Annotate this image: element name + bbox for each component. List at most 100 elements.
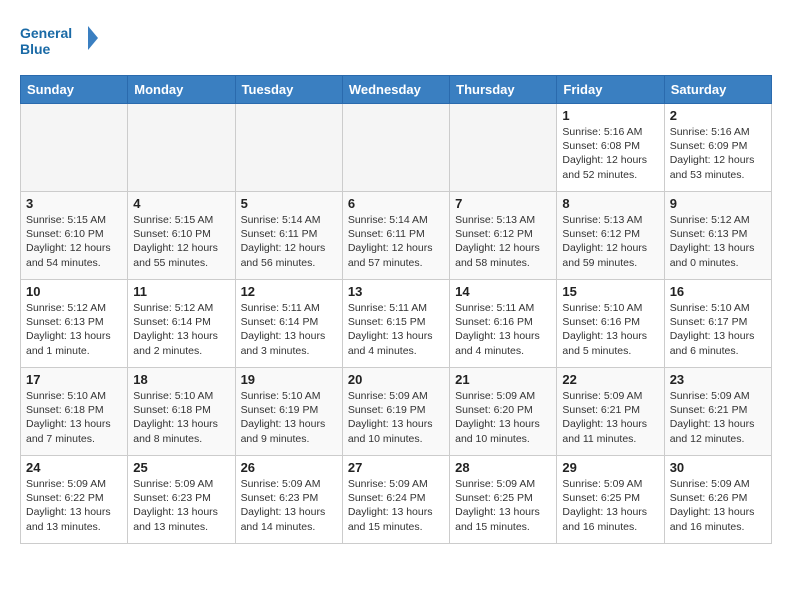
day-info: Sunrise: 5:10 AMSunset: 6:18 PMDaylight:…	[26, 389, 122, 446]
day-number: 9	[670, 196, 766, 211]
day-info: Sunrise: 5:09 AMSunset: 6:19 PMDaylight:…	[348, 389, 444, 446]
calendar-cell	[128, 104, 235, 192]
day-number: 21	[455, 372, 551, 387]
week-row-2: 3 Sunrise: 5:15 AMSunset: 6:10 PMDaylight…	[21, 192, 772, 280]
weekday-header-sunday: Sunday	[21, 76, 128, 104]
day-number: 20	[348, 372, 444, 387]
calendar-cell: 5 Sunrise: 5:14 AMSunset: 6:11 PMDaylight…	[235, 192, 342, 280]
day-number: 6	[348, 196, 444, 211]
day-number: 18	[133, 372, 229, 387]
day-info: Sunrise: 5:12 AMSunset: 6:13 PMDaylight:…	[670, 213, 766, 270]
day-info: Sunrise: 5:09 AMSunset: 6:20 PMDaylight:…	[455, 389, 551, 446]
calendar-cell: 1Sunrise: 5:16 AMSunset: 6:08 PMDaylight…	[557, 104, 664, 192]
day-info: Sunrise: 5:11 AMSunset: 6:16 PMDaylight:…	[455, 301, 551, 358]
calendar-cell: 11 Sunrise: 5:12 AMSunset: 6:14 PMDayligh…	[128, 280, 235, 368]
calendar-cell: 7 Sunrise: 5:13 AMSunset: 6:12 PMDaylight…	[450, 192, 557, 280]
day-info: Sunrise: 5:09 AMSunset: 6:22 PMDaylight:…	[26, 477, 122, 534]
day-info: Sunrise: 5:10 AMSunset: 6:18 PMDaylight:…	[133, 389, 229, 446]
day-number: 14	[455, 284, 551, 299]
svg-text:General: General	[20, 25, 72, 41]
calendar-cell: 13Sunrise: 5:11 AMSunset: 6:15 PMDayligh…	[342, 280, 449, 368]
day-info: Sunrise: 5:16 AMSunset: 6:09 PMDaylight:…	[670, 125, 766, 182]
svg-text:Blue: Blue	[20, 41, 51, 57]
calendar-cell: 10Sunrise: 5:12 AMSunset: 6:13 PMDayligh…	[21, 280, 128, 368]
calendar-cell: 18 Sunrise: 5:10 AMSunset: 6:18 PMDayligh…	[128, 368, 235, 456]
calendar-cell	[450, 104, 557, 192]
weekday-header-tuesday: Tuesday	[235, 76, 342, 104]
day-number: 24	[26, 460, 122, 475]
calendar-cell: 25 Sunrise: 5:09 AMSunset: 6:23 PMDayligh…	[128, 456, 235, 544]
day-number: 8	[562, 196, 658, 211]
week-row-5: 24 Sunrise: 5:09 AMSunset: 6:22 PMDayligh…	[21, 456, 772, 544]
day-info: Sunrise: 5:12 AMSunset: 6:14 PMDaylight:…	[133, 301, 229, 358]
weekday-header-thursday: Thursday	[450, 76, 557, 104]
logo-svg: General Blue	[20, 20, 100, 65]
day-number: 19	[241, 372, 337, 387]
day-info: Sunrise: 5:13 AMSunset: 6:12 PMDaylight:…	[562, 213, 658, 270]
calendar-cell: 14 Sunrise: 5:11 AMSunset: 6:16 PMDayligh…	[450, 280, 557, 368]
day-info: Sunrise: 5:10 AMSunset: 6:19 PMDaylight:…	[241, 389, 337, 446]
day-number: 3	[26, 196, 122, 211]
day-info: Sunrise: 5:09 AMSunset: 6:21 PMDaylight:…	[562, 389, 658, 446]
day-info: Sunrise: 5:14 AMSunset: 6:11 PMDaylight:…	[241, 213, 337, 270]
calendar-cell: 21 Sunrise: 5:09 AMSunset: 6:20 PMDayligh…	[450, 368, 557, 456]
day-number: 5	[241, 196, 337, 211]
day-info: Sunrise: 5:09 AMSunset: 6:23 PMDaylight:…	[241, 477, 337, 534]
weekday-header-wednesday: Wednesday	[342, 76, 449, 104]
calendar-cell: 12 Sunrise: 5:11 AMSunset: 6:14 PMDayligh…	[235, 280, 342, 368]
week-row-4: 17 Sunrise: 5:10 AMSunset: 6:18 PMDayligh…	[21, 368, 772, 456]
day-number: 12	[241, 284, 337, 299]
calendar-cell: 19 Sunrise: 5:10 AMSunset: 6:19 PMDayligh…	[235, 368, 342, 456]
calendar-cell: 30Sunrise: 5:09 AMSunset: 6:26 PMDayligh…	[664, 456, 771, 544]
day-info: Sunrise: 5:15 AMSunset: 6:10 PMDaylight:…	[26, 213, 122, 270]
day-number: 1	[562, 108, 658, 123]
calendar-cell: 26 Sunrise: 5:09 AMSunset: 6:23 PMDayligh…	[235, 456, 342, 544]
day-number: 17	[26, 372, 122, 387]
day-number: 11	[133, 284, 229, 299]
day-number: 23	[670, 372, 766, 387]
day-number: 13	[348, 284, 444, 299]
day-number: 7	[455, 196, 551, 211]
day-number: 27	[348, 460, 444, 475]
calendar-cell: 24 Sunrise: 5:09 AMSunset: 6:22 PMDayligh…	[21, 456, 128, 544]
calendar-cell: 20 Sunrise: 5:09 AMSunset: 6:19 PMDayligh…	[342, 368, 449, 456]
calendar-cell: 16 Sunrise: 5:10 AMSunset: 6:17 PMDayligh…	[664, 280, 771, 368]
day-info: Sunrise: 5:12 AMSunset: 6:13 PMDaylight:…	[26, 301, 122, 358]
calendar-cell: 4Sunrise: 5:15 AMSunset: 6:10 PMDaylight…	[128, 192, 235, 280]
calendar-cell: 27 Sunrise: 5:09 AMSunset: 6:24 PMDayligh…	[342, 456, 449, 544]
day-number: 16	[670, 284, 766, 299]
day-info: Sunrise: 5:09 AMSunset: 6:25 PMDaylight:…	[562, 477, 658, 534]
day-info: Sunrise: 5:13 AMSunset: 6:12 PMDaylight:…	[455, 213, 551, 270]
calendar-cell: 17 Sunrise: 5:10 AMSunset: 6:18 PMDayligh…	[21, 368, 128, 456]
day-number: 28	[455, 460, 551, 475]
day-number: 26	[241, 460, 337, 475]
calendar-cell: 23 Sunrise: 5:09 AMSunset: 6:21 PMDayligh…	[664, 368, 771, 456]
day-info: Sunrise: 5:09 AMSunset: 6:21 PMDaylight:…	[670, 389, 766, 446]
day-info: Sunrise: 5:09 AMSunset: 6:25 PMDaylight:…	[455, 477, 551, 534]
calendar-cell: 6Sunrise: 5:14 AMSunset: 6:11 PMDaylight…	[342, 192, 449, 280]
calendar-cell: 15 Sunrise: 5:10 AMSunset: 6:16 PMDayligh…	[557, 280, 664, 368]
day-number: 15	[562, 284, 658, 299]
weekday-header-monday: Monday	[128, 76, 235, 104]
weekday-header-row: SundayMondayTuesdayWednesdayThursdayFrid…	[21, 76, 772, 104]
day-info: Sunrise: 5:10 AMSunset: 6:16 PMDaylight:…	[562, 301, 658, 358]
weekday-header-friday: Friday	[557, 76, 664, 104]
calendar-cell: 9 Sunrise: 5:12 AMSunset: 6:13 PMDaylight…	[664, 192, 771, 280]
day-info: Sunrise: 5:10 AMSunset: 6:17 PMDaylight:…	[670, 301, 766, 358]
day-info: Sunrise: 5:09 AMSunset: 6:24 PMDaylight:…	[348, 477, 444, 534]
calendar-cell: 28 Sunrise: 5:09 AMSunset: 6:25 PMDayligh…	[450, 456, 557, 544]
day-info: Sunrise: 5:11 AMSunset: 6:14 PMDaylight:…	[241, 301, 337, 358]
day-info: Sunrise: 5:09 AMSunset: 6:26 PMDaylight:…	[670, 477, 766, 534]
calendar-cell	[21, 104, 128, 192]
calendar-cell	[342, 104, 449, 192]
day-info: Sunrise: 5:15 AMSunset: 6:10 PMDaylight:…	[133, 213, 229, 270]
calendar-cell: 3 Sunrise: 5:15 AMSunset: 6:10 PMDaylight…	[21, 192, 128, 280]
calendar-table: SundayMondayTuesdayWednesdayThursdayFrid…	[20, 75, 772, 544]
weekday-header-saturday: Saturday	[664, 76, 771, 104]
calendar-cell: 29Sunrise: 5:09 AMSunset: 6:25 PMDayligh…	[557, 456, 664, 544]
day-info: Sunrise: 5:09 AMSunset: 6:23 PMDaylight:…	[133, 477, 229, 534]
calendar-cell: 2Sunrise: 5:16 AMSunset: 6:09 PMDaylight…	[664, 104, 771, 192]
day-number: 25	[133, 460, 229, 475]
calendar-cell	[235, 104, 342, 192]
header: General Blue	[20, 20, 772, 65]
